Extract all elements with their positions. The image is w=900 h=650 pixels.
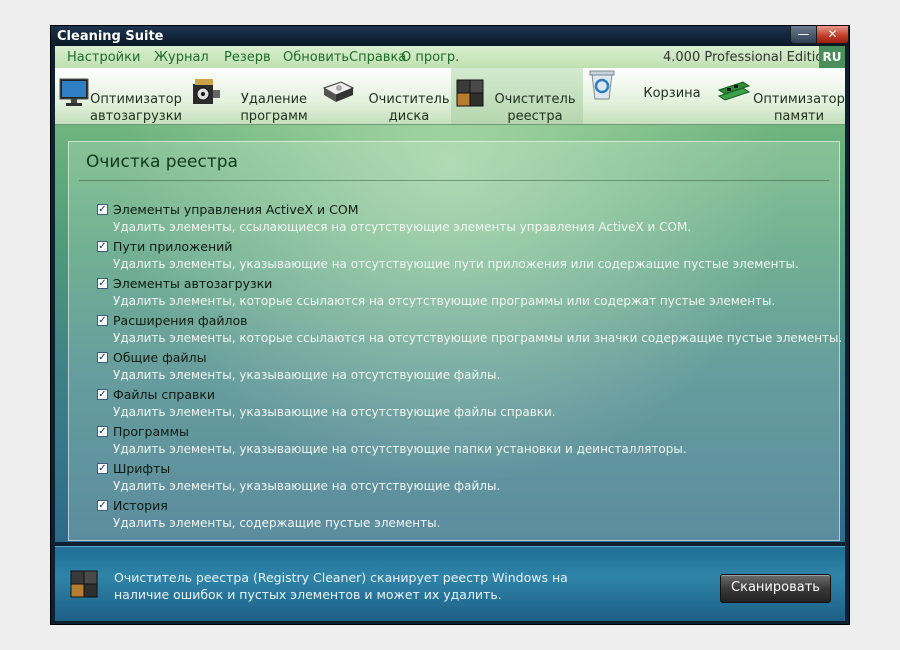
option-label: Общие файлы (113, 350, 207, 365)
option-description: Удалить элементы, указывающие на отсутст… (113, 257, 799, 271)
language-selector[interactable]: RU (819, 46, 845, 68)
menu-settings[interactable]: Настройки (67, 50, 140, 65)
content-area: Очистка реестра ✓ Элементы управления Ac… (55, 125, 845, 542)
hard-drive-icon (322, 81, 355, 102)
menu-log[interactable]: Журнал (154, 50, 209, 65)
tab-label: Корзина (643, 86, 701, 101)
tab-label: Оптимизатор автозагрузки (89, 92, 183, 124)
option-label: Шрифты (113, 461, 171, 476)
tool-tabs: Оптимизатор автозагрузки Удаление програ… (55, 68, 845, 125)
tab-label: Удаление программ (240, 92, 308, 124)
option-description: Удалить элементы, указывающие на отсутст… (113, 368, 501, 382)
option-label: Программы (113, 424, 189, 439)
registry-options-panel: Очистка реестра ✓ Элементы управления Ac… (68, 141, 843, 541)
option-description: Удалить элементы, указывающие на отсутст… (113, 479, 501, 493)
footer-description: Очиститель реестра (Registry Cleaner) ск… (114, 569, 594, 603)
tab-recycle-bin[interactable]: Корзина (583, 68, 715, 124)
checkbox-history[interactable]: ✓ (97, 500, 108, 511)
film-projector-icon (193, 79, 220, 104)
app-window: Cleaning Suite — ✕ Настройки Журнал Резе… (50, 25, 850, 625)
tab-registry-cleaner[interactable]: Очиститель реестра (451, 68, 583, 124)
tab-disk-cleaner[interactable]: Очиститель диска (319, 68, 451, 124)
menu-update[interactable]: Обновить (283, 50, 349, 65)
scan-button[interactable]: Сканировать (720, 574, 831, 603)
title-bar[interactable]: Cleaning Suite — ✕ (51, 26, 849, 46)
option-label: Расширения файлов (113, 313, 248, 328)
tab-memory-optimizer[interactable]: Оптимизатор памяти (715, 68, 845, 124)
menu-help[interactable]: Справка (349, 50, 406, 65)
checkbox-startup-items[interactable]: ✓ (97, 278, 108, 289)
footer-line-1: Очиститель реестра (Registry Cleaner) ск… (114, 570, 568, 585)
checkbox-help-files[interactable]: ✓ (97, 389, 108, 400)
tab-startup-optimizer[interactable]: Оптимизатор автозагрузки (55, 68, 187, 124)
option-description: Удалить элементы, ссылающиеся на отсутст… (113, 220, 692, 234)
option-description: Удалить элементы, указывающие на отсутст… (113, 405, 556, 419)
tab-label: Очиститель реестра (494, 92, 576, 124)
tab-label: Очиститель диска (368, 92, 450, 124)
option-label: История (113, 498, 168, 513)
edition-label: 4.000 Professional Edition (663, 50, 832, 65)
checkbox-file-extensions[interactable]: ✓ (97, 315, 108, 326)
divider (79, 180, 829, 181)
tab-uninstaller[interactable]: Удаление программ (187, 68, 319, 124)
menu-about[interactable]: О прогр. (401, 50, 459, 65)
memory-module-icon (717, 81, 751, 101)
checkbox-fonts[interactable]: ✓ (97, 463, 108, 474)
panel-title: Очистка реестра (86, 152, 238, 172)
registry-cubes-icon (70, 570, 98, 598)
checkbox-app-paths[interactable]: ✓ (97, 241, 108, 252)
option-label: Пути приложений (113, 239, 233, 254)
checkbox-programs[interactable]: ✓ (97, 426, 108, 437)
minimize-button[interactable]: — (790, 26, 817, 44)
footer-line-2: наличие ошибок и пустых элементов и може… (114, 587, 502, 602)
menu-bar: Настройки Журнал Резерв Обновить Справка… (55, 46, 845, 68)
checkbox-shared-files[interactable]: ✓ (97, 352, 108, 363)
recycle-bin-icon (589, 70, 615, 100)
close-button[interactable]: ✕ (816, 26, 849, 44)
window-title: Cleaning Suite (57, 29, 164, 44)
registry-cubes-icon (456, 79, 484, 107)
option-description: Удалить элементы, указывающие на отсутст… (113, 442, 687, 456)
info-footer: Очиститель реестра (Registry Cleaner) ск… (55, 546, 845, 621)
option-description: Удалить элементы, содержащие пустые элем… (113, 516, 441, 530)
option-label: Файлы справки (113, 387, 216, 402)
option-description: Удалить элементы, которые ссылаются на о… (113, 331, 843, 345)
option-description: Удалить элементы, которые ссылаются на о… (113, 294, 776, 308)
checkbox-activex-com[interactable]: ✓ (97, 204, 108, 215)
option-label: Элементы автозагрузки (113, 276, 273, 291)
option-label: Элементы управления ActiveX и COM (113, 202, 359, 217)
tab-label: Оптимизатор памяти (753, 92, 845, 124)
menu-backup[interactable]: Резерв (224, 50, 271, 65)
